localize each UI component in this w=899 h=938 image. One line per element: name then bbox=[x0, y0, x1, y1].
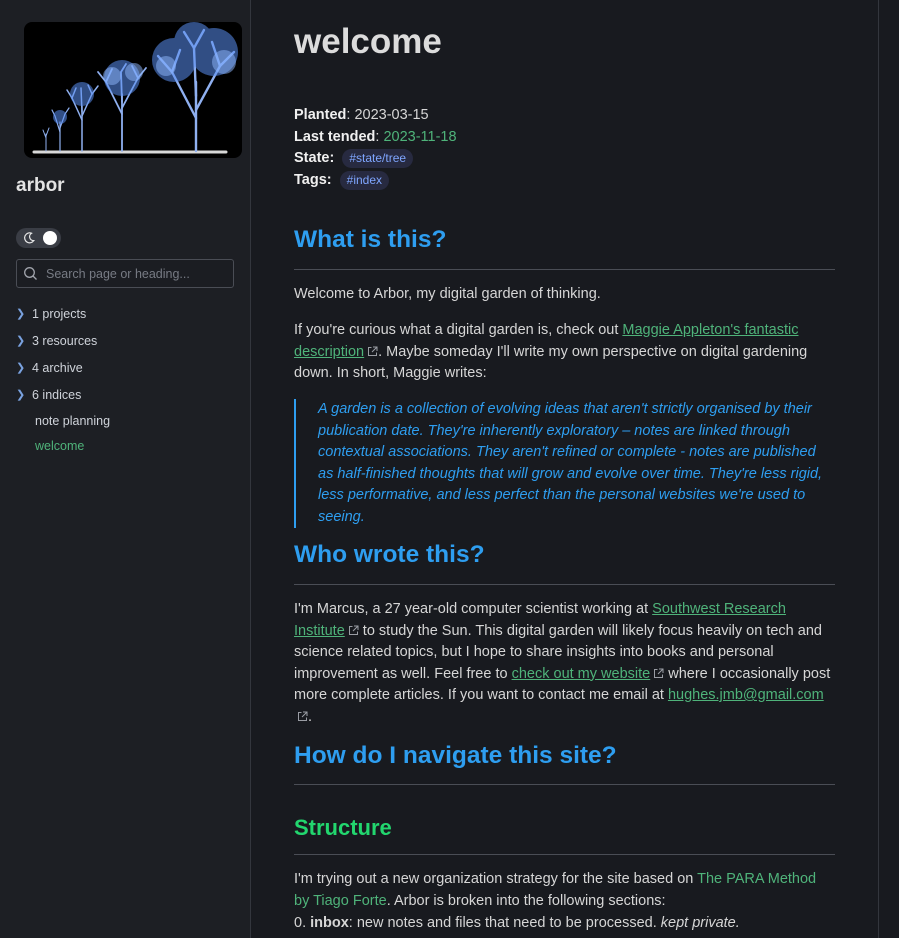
maggie-quote: A garden is a collection of evolving ide… bbox=[294, 399, 829, 528]
external-link-icon bbox=[298, 711, 308, 721]
page-link-note-planning[interactable]: note planning bbox=[16, 408, 241, 433]
site-title[interactable]: arbor bbox=[16, 175, 65, 197]
list-number: 0. bbox=[294, 915, 311, 931]
folder-archive[interactable]: ❯ 4 archive bbox=[16, 354, 241, 381]
toggle-knob bbox=[43, 231, 57, 245]
website-link[interactable]: check out my website bbox=[512, 666, 651, 682]
index-tag[interactable]: #index bbox=[339, 170, 390, 190]
heading-structure[interactable]: Structure bbox=[294, 815, 835, 855]
tended-label: Last tended bbox=[294, 128, 376, 145]
tended-date: 2023-11-18 bbox=[383, 128, 457, 145]
tags-label: Tags bbox=[294, 171, 327, 188]
search-icon bbox=[24, 267, 37, 280]
heading-who-wrote-this[interactable]: Who wrote this? bbox=[294, 541, 835, 585]
explorer-nav: ❯ 1 projects ❯ 3 resources ❯ 4 archive ❯… bbox=[16, 300, 241, 458]
tended-row: Last tended: 2023-11-18 bbox=[294, 128, 457, 145]
state-tag[interactable]: #state/tree bbox=[342, 149, 414, 168]
heading-navigate[interactable]: How do I navigate this site? bbox=[294, 742, 835, 785]
list-text: : new notes and files that need to be pr… bbox=[348, 915, 661, 931]
text-span: I'm Marcus, a 27 year-old computer scien… bbox=[294, 601, 653, 617]
state-label: State bbox=[294, 150, 330, 166]
text-span: If you're curious what a digital garden … bbox=[294, 322, 623, 338]
planted-row: Planted: 2023-03-15 bbox=[294, 107, 429, 123]
search-box[interactable] bbox=[16, 259, 234, 288]
text-span: I'm trying out a new organization strate… bbox=[294, 871, 698, 887]
external-link-icon bbox=[654, 668, 664, 678]
folder-label: 1 projects bbox=[32, 306, 87, 321]
list-note: kept private. bbox=[660, 915, 740, 931]
welcome-paragraph: Welcome to Arbor, my digital garden of t… bbox=[294, 286, 601, 302]
text-span: . Arbor is broken into the following sec… bbox=[386, 892, 666, 909]
state-row: State: #state/tree bbox=[294, 148, 457, 170]
folder-label: 6 indices bbox=[32, 387, 82, 402]
external-link-icon bbox=[348, 625, 359, 635]
planted-date: 2023-03-15 bbox=[354, 107, 429, 123]
list-item: 0. inbox: new notes and files that need … bbox=[294, 913, 835, 935]
chevron-right-icon: ❯ bbox=[16, 308, 26, 320]
chevron-right-icon: ❯ bbox=[16, 389, 26, 401]
folder-projects[interactable]: ❯ 1 projects bbox=[16, 300, 241, 327]
list-term: inbox bbox=[310, 915, 349, 931]
sidebar: arbor ❯ 1 projects ❯ 3 resources ❯ 4 arc… bbox=[0, 0, 251, 938]
folder-indices[interactable]: ❯ 6 indices bbox=[16, 381, 241, 408]
external-link-icon bbox=[368, 346, 378, 356]
page-link-welcome[interactable]: welcome bbox=[16, 433, 241, 458]
folder-label: 3 resources bbox=[32, 333, 98, 348]
structure-paragraph: I'm trying out a new organization strate… bbox=[294, 869, 835, 912]
email-link[interactable]: hughes.jmb@gmail.com bbox=[668, 687, 824, 703]
about-paragraph: I'm Marcus, a 27 year-old computer scien… bbox=[294, 599, 835, 728]
chevron-right-icon: ❯ bbox=[16, 335, 26, 347]
chevron-right-icon: ❯ bbox=[16, 362, 26, 374]
tags-row: Tags: #index bbox=[294, 170, 457, 192]
folder-label: 4 archive bbox=[32, 360, 83, 375]
moon-icon bbox=[24, 232, 35, 244]
site-logo[interactable] bbox=[24, 22, 242, 158]
theme-toggle[interactable] bbox=[16, 228, 61, 248]
page-title: welcome bbox=[294, 22, 442, 61]
folder-resources[interactable]: ❯ 3 resources bbox=[16, 327, 241, 354]
planted-label: Planted bbox=[294, 107, 347, 123]
text-span: . bbox=[308, 708, 313, 725]
page-metadata: Planted: 2023-03-15 Last tended: 2023-11… bbox=[294, 105, 457, 191]
heading-what-is-this[interactable]: What is this? bbox=[294, 226, 835, 270]
search-input[interactable] bbox=[44, 263, 228, 285]
right-sidebar-divider bbox=[878, 0, 879, 938]
curious-paragraph: If you're curious what a digital garden … bbox=[294, 320, 835, 385]
